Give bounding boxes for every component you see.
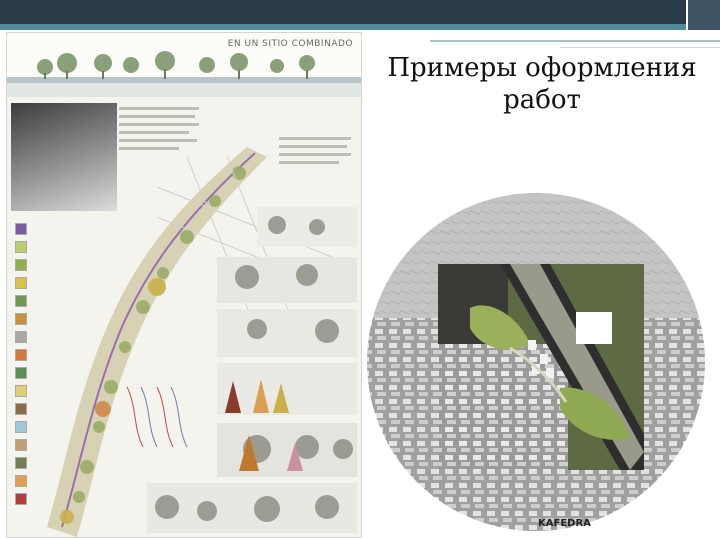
poster-title: EN UN SITIO COMBINADO [227, 39, 353, 49]
legend-swatch [15, 277, 27, 289]
slide-top-accent [0, 24, 720, 30]
legend-swatch [15, 439, 27, 451]
legend-swatch [15, 295, 27, 307]
site-map-drawing: KAFEDRA [365, 191, 707, 533]
poster-legend [13, 217, 65, 517]
slide-title: Примеры оформления работ [387, 53, 697, 115]
legend-swatch [15, 367, 27, 379]
legend-swatch [15, 493, 27, 505]
legend-swatch [15, 403, 27, 415]
legend-swatch [15, 223, 27, 235]
map-logo: KAFEDRA [538, 518, 591, 529]
legend-swatch [15, 457, 27, 469]
legend-swatch [15, 241, 27, 253]
legend-swatch [15, 475, 27, 487]
site-map-image: KAFEDRA [360, 188, 712, 536]
legend-swatch [15, 313, 27, 325]
title-rule-thin [560, 47, 720, 48]
legend-swatch [15, 349, 27, 361]
title-rule [430, 40, 720, 42]
legend-swatch [15, 385, 27, 397]
design-poster-image: EN UN SITIO COMBINADO [6, 32, 362, 538]
legend-swatch [15, 421, 27, 433]
slide-corner-block [686, 0, 720, 30]
poster-header: EN UN SITIO COMBINADO [7, 33, 361, 97]
legend-swatch [15, 259, 27, 271]
legend-swatch [15, 331, 27, 343]
slide-top-bar [0, 0, 720, 24]
